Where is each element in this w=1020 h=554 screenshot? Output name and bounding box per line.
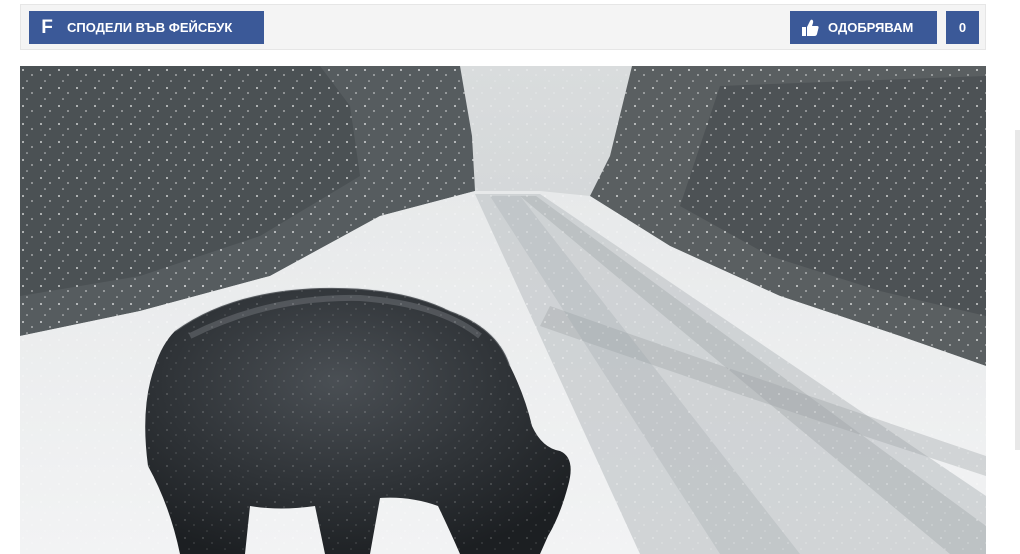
video-frame[interactable]	[20, 66, 986, 554]
bear-on-snowy-road-image	[20, 66, 986, 554]
share-toolbar: f СПОДЕЛИ ВЪВ ФЕЙСБУК ОДОБРЯВАМ 0	[20, 4, 986, 50]
like-count: 0	[946, 11, 979, 44]
page-edge	[1015, 130, 1020, 450]
share-facebook-label: СПОДЕЛИ ВЪВ ФЕЙСБУК	[67, 20, 233, 35]
facebook-icon: f	[41, 16, 53, 38]
share-facebook-button[interactable]: f СПОДЕЛИ ВЪВ ФЕЙСБУК	[29, 11, 264, 44]
like-button[interactable]: ОДОБРЯВАМ	[790, 11, 937, 44]
thumbs-up-icon	[802, 19, 819, 36]
like-label: ОДОБРЯВАМ	[828, 20, 914, 35]
